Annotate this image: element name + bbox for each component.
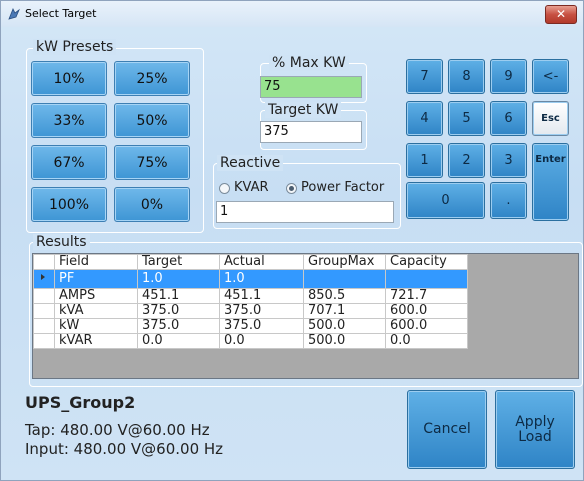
tap-info: Tap: 480.00 V@60.00 Hz (25, 421, 210, 439)
preset-67-button[interactable]: 67% (31, 145, 107, 180)
table-cell[interactable]: 850.5 (303, 288, 386, 304)
key-9-button[interactable]: 9 (490, 59, 527, 94)
input-info: Input: 480.00 V@60.00 Hz (25, 440, 224, 458)
table-cell[interactable]: 375.0 (219, 303, 304, 319)
key-1-button[interactable]: 1 (406, 143, 443, 178)
key-2-button[interactable]: 2 (448, 143, 485, 178)
table-cell[interactable] (303, 269, 386, 289)
select-target-window: Select Target ✕ kW Presets 10% 25% 33% 5… (0, 0, 584, 481)
apply-load-label-line2: Load (518, 428, 552, 445)
table-cell[interactable]: 375.0 (137, 303, 220, 319)
table-cell[interactable]: PF (54, 269, 138, 289)
table-row[interactable]: kVAR 0.0 0.0 500.0 0.0 (33, 333, 468, 349)
column-header[interactable]: Target (137, 254, 220, 270)
apply-load-label-line1: Apply (515, 413, 555, 430)
table-cell[interactable]: 451.1 (219, 288, 304, 304)
app-icon (8, 8, 20, 20)
preset-0-button[interactable]: 0% (114, 187, 190, 222)
table-cell[interactable] (385, 269, 468, 289)
decimal-button[interactable]: . (490, 182, 527, 219)
key-8-button[interactable]: 8 (448, 59, 485, 94)
table-cell[interactable]: 500.0 (303, 333, 386, 349)
table-cell[interactable]: AMPS (54, 288, 138, 304)
table-row[interactable]: kW 375.0 375.0 500.0 600.0 (33, 318, 468, 334)
key-3-button[interactable]: 3 (490, 143, 527, 178)
table-cell[interactable]: 0.0 (385, 333, 468, 349)
key-6-button[interactable]: 6 (490, 101, 527, 136)
row-header[interactable] (33, 303, 55, 319)
max-kw-label: % Max KW (269, 55, 349, 71)
key-0-button[interactable]: 0 (406, 182, 485, 219)
close-icon: ✕ (555, 7, 567, 21)
column-header[interactable]: GroupMax (303, 254, 386, 270)
table-cell[interactable]: kVA (54, 303, 138, 319)
reactive-label: Reactive (217, 155, 284, 171)
backspace-button[interactable]: <- (532, 59, 569, 94)
key-4-button[interactable]: 4 (406, 101, 443, 136)
results-table: Field Target Actual GroupMax Capacity PF… (33, 254, 468, 349)
reactive-field[interactable]: 1 (216, 201, 394, 223)
enter-button[interactable]: Enter (532, 143, 569, 221)
target-kw-label: Target KW (265, 102, 342, 118)
power-factor-radio[interactable] (286, 183, 297, 194)
row-header[interactable] (33, 288, 55, 304)
current-row-marker (33, 269, 55, 289)
table-cell[interactable]: 707.1 (303, 303, 386, 319)
preset-75-button[interactable]: 75% (114, 145, 190, 180)
results-label: Results (33, 234, 90, 250)
table-row[interactable]: kVA 375.0 375.0 707.1 600.0 (33, 303, 468, 319)
key-5-button[interactable]: 5 (448, 101, 485, 136)
window-title: Select Target (25, 7, 97, 20)
table-cell[interactable]: 0.0 (219, 333, 304, 349)
table-cell[interactable]: 721.7 (385, 288, 468, 304)
row-header[interactable] (33, 333, 55, 349)
table-cell[interactable]: 0.0 (137, 333, 220, 349)
table-cell[interactable]: 600.0 (385, 303, 468, 319)
results-grid[interactable]: Field Target Actual GroupMax Capacity PF… (32, 253, 579, 379)
table-cell[interactable]: kVAR (54, 333, 138, 349)
preset-25-button[interactable]: 25% (114, 61, 190, 96)
row-header[interactable] (33, 318, 55, 334)
target-kw-field[interactable]: 375 (260, 121, 362, 143)
column-header[interactable]: Capacity (385, 254, 468, 270)
table-cell[interactable]: 375.0 (137, 318, 220, 334)
table-row[interactable]: PF 1.0 1.0 (33, 269, 468, 289)
title-bar: Select Target ✕ (1, 1, 583, 27)
column-header[interactable]: Actual (219, 254, 304, 270)
kw-presets-label: kW Presets (33, 39, 117, 55)
preset-100-button[interactable]: 100% (31, 187, 107, 222)
table-cell[interactable]: 451.1 (137, 288, 220, 304)
row-header-corner (33, 254, 55, 270)
esc-button[interactable]: Esc (532, 101, 569, 136)
table-cell[interactable]: 375.0 (219, 318, 304, 334)
preset-10-button[interactable]: 10% (31, 61, 107, 96)
preset-33-button[interactable]: 33% (31, 103, 107, 138)
preset-50-button[interactable]: 50% (114, 103, 190, 138)
table-cell[interactable]: 600.0 (385, 318, 468, 334)
table-row[interactable]: AMPS 451.1 451.1 850.5 721.7 (33, 288, 468, 304)
table-cell[interactable]: kW (54, 318, 138, 334)
group-name: UPS_Group2 (25, 393, 136, 412)
table-cell[interactable]: 500.0 (303, 318, 386, 334)
close-button[interactable]: ✕ (545, 5, 577, 24)
kvar-label: KVAR (234, 180, 269, 195)
table-cell[interactable]: 1.0 (137, 269, 220, 289)
table-cell[interactable]: 1.0 (219, 269, 304, 289)
power-factor-label: Power Factor (301, 180, 385, 195)
kvar-radio[interactable] (219, 183, 230, 194)
column-header[interactable]: Field (54, 254, 138, 270)
apply-load-button[interactable]: Apply Load (495, 390, 575, 469)
header-row: Field Target Actual GroupMax Capacity (33, 254, 468, 270)
cancel-button[interactable]: Cancel (407, 390, 487, 469)
key-7-button[interactable]: 7 (406, 59, 443, 94)
max-kw-field[interactable]: 75 (260, 76, 362, 98)
